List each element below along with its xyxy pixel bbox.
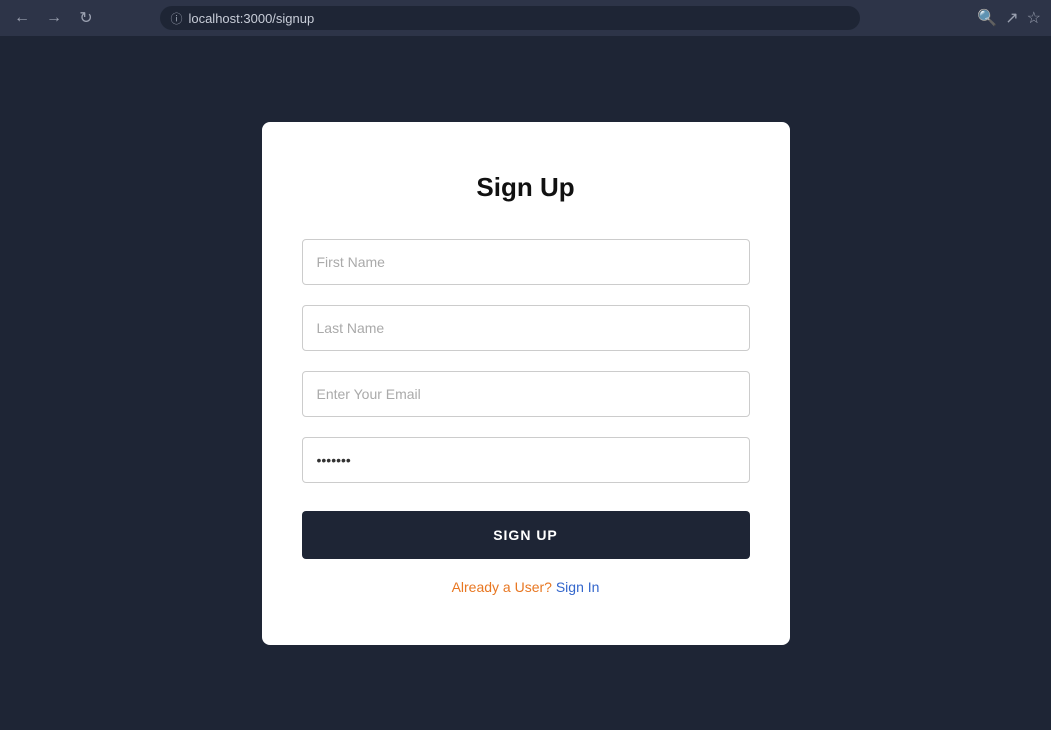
share-icon[interactable]: ↗ [1005, 8, 1018, 28]
zoom-icon[interactable]: 🔍 [977, 8, 997, 28]
browser-actions: 🔍 ↗ ☆ [977, 8, 1041, 28]
browser-chrome: ← → ↻ ⓘ localhost:3000/signup 🔍 ↗ ☆ [0, 0, 1051, 36]
signin-link[interactable]: Sign In [556, 579, 600, 595]
email-group [302, 371, 750, 417]
password-group [302, 437, 750, 483]
page-title: Sign Up [476, 172, 574, 203]
lock-icon: ⓘ [170, 10, 182, 27]
signup-card: Sign Up SIGN UP Already a User? Sign In [262, 122, 790, 645]
signup-button[interactable]: SIGN UP [302, 511, 750, 559]
email-input[interactable] [302, 371, 750, 417]
last-name-group [302, 305, 750, 351]
last-name-input[interactable] [302, 305, 750, 351]
bookmark-icon[interactable]: ☆ [1027, 8, 1041, 28]
first-name-group [302, 239, 750, 285]
first-name-input[interactable] [302, 239, 750, 285]
address-bar[interactable]: ⓘ localhost:3000/signup [160, 6, 860, 30]
already-user-text: Already a User? [452, 579, 552, 595]
back-button[interactable]: ← [10, 6, 34, 30]
url-text: localhost:3000/signup [188, 11, 314, 26]
signin-prompt: Already a User? Sign In [452, 579, 600, 595]
page-background: Sign Up SIGN UP Already a User? Sign In [0, 36, 1051, 730]
forward-button[interactable]: → [42, 6, 66, 30]
password-input[interactable] [302, 437, 750, 483]
reload-button[interactable]: ↻ [74, 6, 98, 30]
